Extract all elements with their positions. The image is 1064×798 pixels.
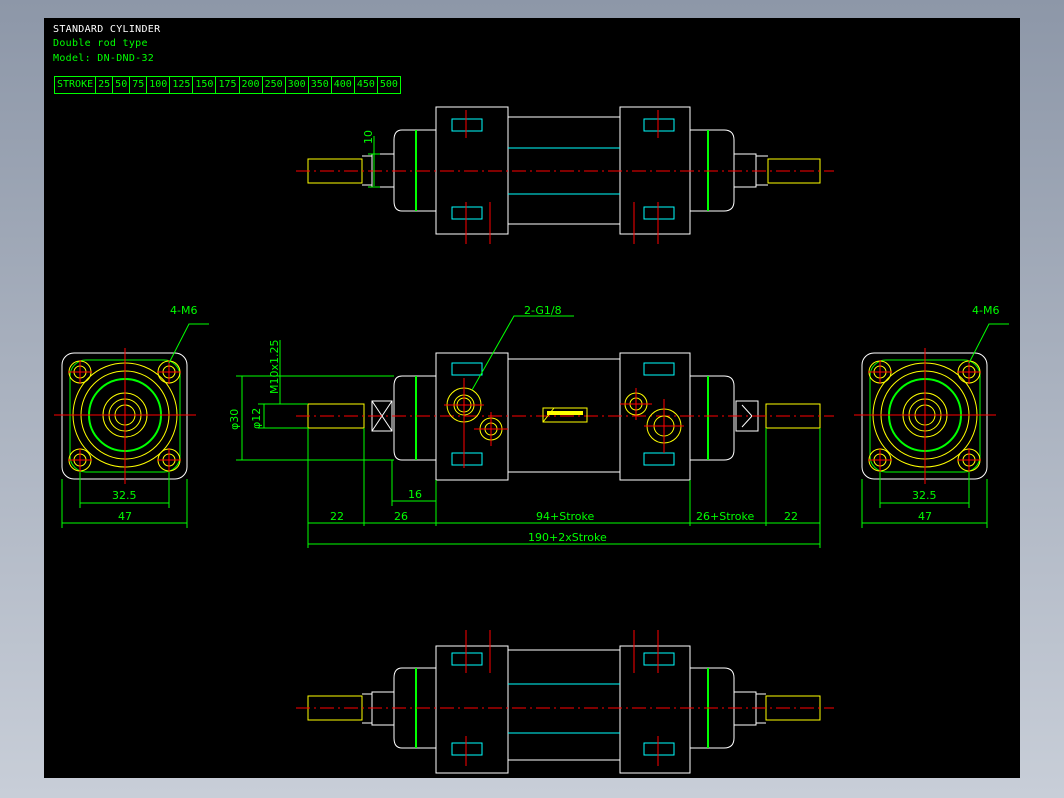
- dim-rod-ext-left: 22: [330, 510, 344, 523]
- dim-thread-spec: M10x1.25: [268, 340, 281, 395]
- dim-left-thread-label: 4-M6: [170, 304, 197, 317]
- dim-bolt-pitch-left: 32.5: [112, 489, 137, 502]
- dim-bore-dia: φ30: [228, 409, 241, 430]
- dim-body-width-right: 47: [918, 510, 932, 523]
- dim-right-thread-label: 4-M6: [972, 304, 999, 317]
- dim-rod-width: 10: [362, 130, 375, 144]
- bottom-view: [296, 630, 834, 774]
- dim-port-label: 2-G1/8: [524, 304, 562, 317]
- port-left: [446, 387, 503, 441]
- dim-body-width-left: 47: [118, 510, 132, 523]
- left-end-view: [54, 323, 209, 484]
- dim-bolt-pitch-right: 32.5: [912, 489, 937, 502]
- top-view: [296, 106, 834, 244]
- cad-drawing: 10 2-G1/8 4-M6 4-M6 M10x1.25 φ30 φ12 32.…: [54, 106, 1009, 774]
- dim-total-len: 190+2xStroke: [528, 531, 607, 544]
- dim-boss-len: 16: [408, 488, 422, 501]
- dim-rod-ext-right: 22: [784, 510, 798, 523]
- port-right: [624, 392, 682, 444]
- dim-cap-len-left: 26: [394, 510, 408, 523]
- drawing-canvas: STANDARD CYLINDER Double rod type Model:…: [44, 18, 1020, 778]
- dimension-lines: [61, 315, 988, 548]
- dim-cap-len-right: 26+Stroke: [696, 510, 754, 523]
- right-end-view: [854, 323, 1009, 484]
- front-view: [296, 352, 834, 481]
- dim-body-len: 94+Stroke: [536, 510, 594, 523]
- dim-rod-dia: φ12: [250, 408, 263, 429]
